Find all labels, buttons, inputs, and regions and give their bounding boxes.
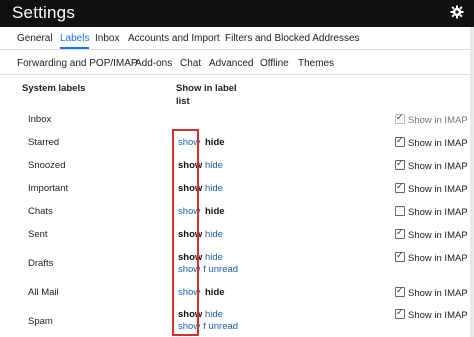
imap-label: Show in IMAP xyxy=(408,253,468,264)
tabs-divider-1 xyxy=(0,49,474,50)
settings-titlebar: Settings xyxy=(0,0,474,27)
hide-link-snoozed[interactable]: hide xyxy=(205,160,223,171)
tab-offline[interactable]: Offline xyxy=(260,58,289,69)
imap-toggle-all-mail[interactable]: Show in IMAP xyxy=(395,285,468,299)
tab-labels[interactable]: Labels xyxy=(60,33,89,44)
hide-link-drafts[interactable]: hide xyxy=(205,252,223,263)
label-drafts: Drafts xyxy=(28,258,54,269)
label-all-mail: All Mail xyxy=(28,287,59,298)
checkbox-icon[interactable] xyxy=(395,206,405,216)
checkbox-icon[interactable] xyxy=(395,307,405,319)
imap-label: Show in IMAP xyxy=(408,288,468,299)
checkbox-icon[interactable] xyxy=(395,250,405,262)
label-spam: Spam xyxy=(28,316,53,327)
checkbox-icon xyxy=(395,112,405,124)
tab-general[interactable]: General xyxy=(17,33,53,44)
show-in-label-list-header: Show in label list xyxy=(176,82,237,108)
header-line-1: Show in label xyxy=(176,83,237,94)
imap-label: Show in IMAP xyxy=(408,161,468,172)
hide-link-sent[interactable]: hide xyxy=(205,229,223,240)
show-if-unread-text: f unread xyxy=(203,264,239,275)
tab-filters-and-blocked-addresses[interactable]: Filters and Blocked Addresses xyxy=(225,33,360,44)
gear-icon[interactable] xyxy=(450,5,464,19)
imap-toggle-snoozed[interactable]: Show in IMAP xyxy=(395,158,468,172)
header-line-2: list xyxy=(176,96,190,107)
hide-link-spam[interactable]: hide xyxy=(205,309,223,320)
imap-toggle-drafts[interactable]: Show in IMAP xyxy=(395,250,468,264)
tab-themes[interactable]: Themes xyxy=(298,58,334,69)
imap-toggle-starred[interactable]: Show in IMAP xyxy=(395,135,468,149)
imap-label: Show in IMAP xyxy=(408,207,468,218)
system-labels-header: System labels xyxy=(22,83,86,94)
checkbox-icon[interactable] xyxy=(395,181,405,193)
label-sent: Sent xyxy=(28,229,48,240)
label-snoozed: Snoozed xyxy=(28,160,66,171)
imap-label: Show in IMAP xyxy=(408,115,468,126)
hide-selected-all-mail: hide xyxy=(205,287,225,298)
checkbox-icon[interactable] xyxy=(395,227,405,239)
checkbox-icon[interactable] xyxy=(395,285,405,297)
page-title: Settings xyxy=(12,3,76,22)
hide-selected-starred: hide xyxy=(205,137,225,148)
tab-advanced[interactable]: Advanced xyxy=(209,58,253,69)
tab-forwarding-pop-imap[interactable]: Forwarding and POP/IMAP xyxy=(17,58,138,69)
imap-toggle-spam[interactable]: Show in IMAP xyxy=(395,307,468,321)
tabs-divider-2 xyxy=(0,74,474,75)
imap-toggle-important[interactable]: Show in IMAP xyxy=(395,181,468,195)
imap-toggle-sent[interactable]: Show in IMAP xyxy=(395,227,468,241)
imap-toggle-chats[interactable]: Show in IMAP xyxy=(395,206,468,218)
imap-label: Show in IMAP xyxy=(408,184,468,195)
tab-add-ons[interactable]: Add-ons xyxy=(135,58,172,69)
scrollbar-track[interactable] xyxy=(470,27,474,337)
checkbox-icon[interactable] xyxy=(395,158,405,170)
label-starred: Starred xyxy=(28,137,60,148)
imap-label: Show in IMAP xyxy=(408,230,468,241)
show-if-unread-text: f unread xyxy=(203,321,239,332)
tab-accounts-and-import[interactable]: Accounts and Import xyxy=(128,33,220,44)
annotation-highlight-box xyxy=(172,129,199,336)
label-important: Important xyxy=(28,183,69,194)
imap-label: Show in IMAP xyxy=(408,138,468,149)
label-inbox: Inbox xyxy=(28,114,52,125)
hide-selected-chats: hide xyxy=(205,206,225,217)
tab-chat[interactable]: Chat xyxy=(180,58,201,69)
label-chats: Chats xyxy=(28,206,53,217)
tab-inbox[interactable]: Inbox xyxy=(95,33,119,44)
imap-toggle-inbox: Show in IMAP xyxy=(395,112,468,126)
imap-label: Show in IMAP xyxy=(408,310,468,321)
hide-link-important[interactable]: hide xyxy=(205,183,223,194)
checkbox-icon[interactable] xyxy=(395,135,405,147)
